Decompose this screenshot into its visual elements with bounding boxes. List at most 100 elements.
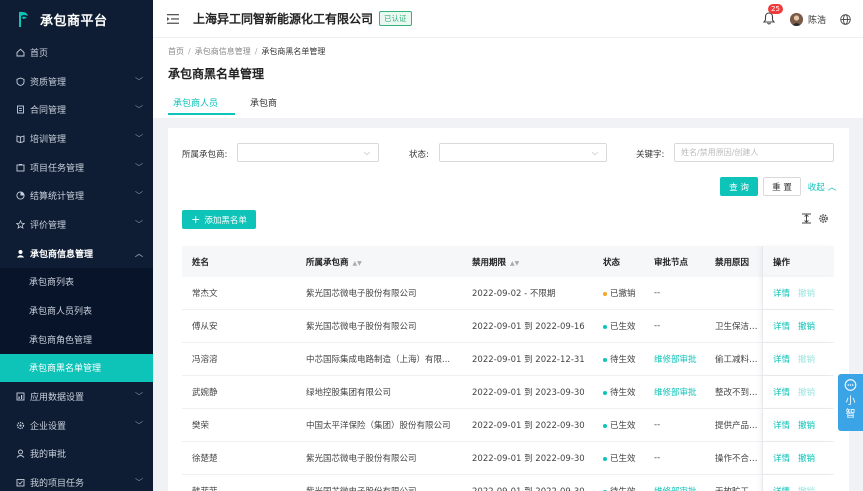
table-tools [801,213,835,224]
home-icon [15,47,25,57]
notification-bell[interactable]: 25 [762,4,783,26]
cell-contractor: 中国太平洋保险（集团）股份有限公司 [306,421,451,431]
chevron-down-icon: ﹀ [135,478,143,488]
chevron-down-icon: ﹀ [135,133,143,143]
breadcrumb-home[interactable]: 首页 [168,47,184,56]
avatar[interactable] [789,12,803,26]
chevron-down-icon: ﹀ [135,191,143,201]
logo[interactable]: 承包商平台 [0,0,153,38]
settings-gear-icon[interactable] [818,213,829,224]
col-name: 姓名 [192,257,210,268]
cell-node[interactable]: 维修部审批 [644,485,705,491]
tab-contractor-personnel[interactable]: 承包商人员 [168,96,236,115]
query-button[interactable]: 查 询 [720,177,758,196]
verified-badge: 已认证 [379,11,412,26]
table-row: 韩菲菲紫光国芯微电子股份有限公司2022-09-01 到 2022-09-30 待… [182,475,834,491]
detail-link[interactable]: 详情 [773,386,790,398]
revoke-link: 撤销 [798,289,816,299]
column-height-icon[interactable] [801,213,812,224]
status-select[interactable]: ⌵ [439,143,607,162]
sidebar-subitem-2[interactable]: 承包商角色管理 [0,325,153,354]
cell-reason: 整改不到位， [715,388,762,398]
col-period[interactable]: 禁用期限 ▲▼ [462,256,593,268]
detail-link[interactable]: 详情 [773,287,790,299]
add-blacklist-button[interactable]: + 添加黑名单 [182,210,256,229]
status-dot [603,456,607,461]
chevron-down-icon: ﹀ [135,105,143,115]
contractor-select[interactable]: ⌵ [237,143,379,162]
status-text: 已生效 [610,454,636,464]
project-icon [15,162,25,172]
chevron-up-icon: ︿ [135,248,143,258]
cell-status: 待生效 [593,386,644,398]
status-dot [603,390,607,395]
menu-toggle-icon[interactable] [167,13,179,24]
sidebar-item-8[interactable]: 应用数据设置 ﹀ [0,382,153,411]
sidebar-subitem-3[interactable]: 承包商黑名单管理 [0,353,153,383]
sidebar-item-0[interactable]: 首页 [0,38,153,67]
sidebar-item-label: 应用数据设置 [30,393,85,404]
cell-contractor: 紫光国芯微电子股份有限公司 [306,289,417,299]
sidebar-item-4[interactable]: 项目任务管理 ﹀ [0,153,153,182]
assistant-widget[interactable]: 小智 [838,374,863,431]
cell-status: 待生效 [593,353,644,365]
cell-contractor: 中芯国际集成电路制造（上海）有限... [306,355,451,365]
detail-link[interactable]: 详情 [773,485,790,491]
cell-name: 冯溶溶 [192,355,218,365]
user-name[interactable]: 陈浩 [808,13,826,26]
contractor-filter-label: 所属承包商: [182,150,228,160]
detail-link[interactable]: 详情 [773,419,790,431]
globe-icon[interactable] [840,13,851,25]
sidebar-item-label: 评价管理 [30,220,67,231]
sidebar-item-7[interactable]: 承包商信息管理 ︿ [0,239,153,268]
sidebar-item-label: 项目任务管理 [30,163,85,174]
breadcrumb: 首页 / 承包商信息管理 / 承包商黑名单管理 [168,47,326,56]
reset-button[interactable]: 重 置 [763,177,801,196]
sidebar-item-label: 合同管理 [30,106,67,117]
page-header: 首页 / 承包商信息管理 / 承包商黑名单管理 承包商黑名单管理 承包商人员 承包商 [153,38,863,118]
sidebar-subitem-1[interactable]: 承包商人员列表 [0,296,153,325]
tab-contractor[interactable]: 承包商 [245,96,282,115]
cell-node: -- [654,321,661,331]
sidebar-item-3[interactable]: 培训管理 ﹀ [0,124,153,153]
cell-period: 2022-09-01 到 2023-09-30 [472,388,585,398]
chevron-down-icon: ﹀ [135,420,143,430]
sidebar-item-5[interactable]: 结算统计管理 ﹀ [0,181,153,210]
sidebar-item-1[interactable]: 资质管理 ﹀ [0,67,153,96]
detail-link[interactable]: 详情 [773,320,790,332]
col-node: 审批节点 [654,257,689,268]
contract-icon [15,105,25,115]
sidebar-item-10[interactable]: 我的审批 [0,440,153,469]
sidebar-item-label: 我的审批 [30,450,67,461]
sidebar-item-6[interactable]: 评价管理 ﹀ [0,210,153,239]
revoke-link[interactable]: 撤销 [798,452,815,464]
sidebar-item-9[interactable]: 企业设置 ﹀ [0,411,153,440]
revoke-link[interactable]: 撤销 [798,320,815,332]
cell-node[interactable]: 维修部审批 [644,386,705,398]
cell-period: 2022-09-01 到 2022-09-30 [462,485,593,491]
sidebar-item-11[interactable]: 我的项目任务 ﹀ [0,468,153,491]
collapse-button[interactable]: 收起 ︿ [806,177,838,196]
revoke-link[interactable]: 撤销 [798,419,815,431]
cell-status: 已生效 [593,320,644,332]
training-icon [15,133,25,143]
cell-node[interactable]: 维修部审批 [644,353,705,365]
keyword-input[interactable] [674,143,834,162]
cell-actions: 详情撤销 [762,343,834,375]
breadcrumb-current: 承包商黑名单管理 [261,47,326,56]
status-dot [603,324,607,329]
col-contractor[interactable]: 所属承包商 ▲▼ [296,256,462,268]
page-title: 承包商黑名单管理 [168,67,265,81]
sidebar-subitem-0[interactable]: 承包商列表 [0,268,153,297]
breadcrumb-contractor-info[interactable]: 承包商信息管理 [195,47,251,56]
detail-link[interactable]: 详情 [773,353,790,365]
table-row: 武婉静 绿地控股集团有限公司 2022-09-01 到 2023-09-30 待生效维… [182,376,834,409]
cell-actions: 详情撤销 [762,475,834,491]
detail-link[interactable]: 详情 [773,452,790,464]
task-icon [15,478,25,488]
table-row: 徐楚楚 紫光国芯微电子股份有限公司 2022-09-01 到 2022-09-30 已… [182,442,834,475]
status-dot [603,357,607,362]
star-icon [15,219,25,229]
collapse-label: 收起 [807,182,825,193]
sidebar-item-2[interactable]: 合同管理 ﹀ [0,95,153,124]
